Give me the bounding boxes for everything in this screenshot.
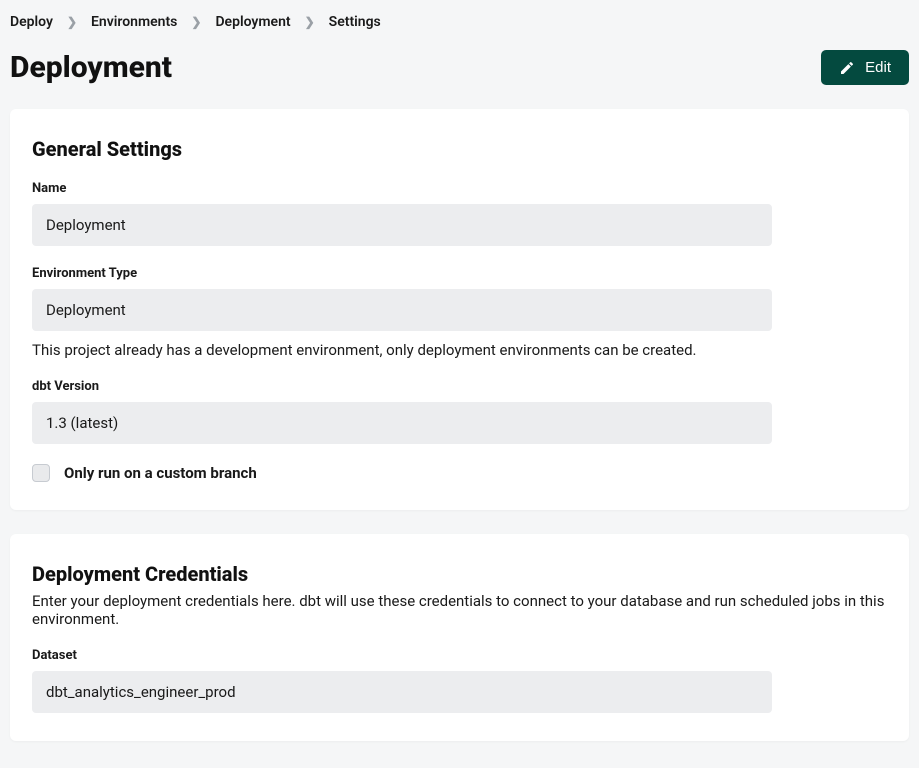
chevron-right-icon: ❯ xyxy=(191,15,201,29)
custom-branch-checkbox[interactable] xyxy=(32,464,50,482)
deployment-credentials-description: Enter your deployment credentials here. … xyxy=(32,592,887,628)
pencil-icon xyxy=(839,60,855,76)
edit-button[interactable]: Edit xyxy=(821,50,909,85)
dataset-value: dbt_analytics_engineer_prod xyxy=(32,671,772,713)
environment-type-value: Deployment xyxy=(32,289,772,331)
breadcrumb: Deploy ❯ Environments ❯ Deployment ❯ Set… xyxy=(0,0,919,40)
environment-type-label: Environment Type xyxy=(32,266,887,281)
dbt-version-value: 1.3 (latest) xyxy=(32,402,772,444)
custom-branch-row: Only run on a custom branch xyxy=(32,464,887,482)
dbt-version-label: dbt Version xyxy=(32,379,887,394)
name-label: Name xyxy=(32,181,887,196)
dbt-version-field: dbt Version 1.3 (latest) xyxy=(32,379,887,444)
breadcrumb-environments[interactable]: Environments xyxy=(91,14,177,30)
breadcrumb-current: Settings xyxy=(329,14,381,30)
breadcrumb-deploy[interactable]: Deploy xyxy=(10,14,53,30)
dataset-field: Dataset dbt_analytics_engineer_prod xyxy=(32,648,887,713)
environment-type-help: This project already has a development e… xyxy=(32,341,887,359)
breadcrumb-deployment[interactable]: Deployment xyxy=(215,14,290,30)
environment-type-field: Environment Type Deployment This project… xyxy=(32,266,887,359)
page-header: Deployment Edit xyxy=(0,40,919,109)
chevron-right-icon: ❯ xyxy=(67,15,77,29)
custom-branch-label: Only run on a custom branch xyxy=(64,464,257,482)
chevron-right-icon: ❯ xyxy=(305,15,315,29)
dataset-label: Dataset xyxy=(32,648,887,663)
deployment-credentials-heading: Deployment Credentials xyxy=(32,562,887,586)
name-field: Name Deployment xyxy=(32,181,887,246)
deployment-credentials-card: Deployment Credentials Enter your deploy… xyxy=(10,534,909,741)
page-title: Deployment xyxy=(10,50,172,85)
general-settings-heading: General Settings xyxy=(32,137,887,161)
name-value: Deployment xyxy=(32,204,772,246)
edit-button-label: Edit xyxy=(865,59,891,76)
general-settings-card: General Settings Name Deployment Environ… xyxy=(10,109,909,510)
